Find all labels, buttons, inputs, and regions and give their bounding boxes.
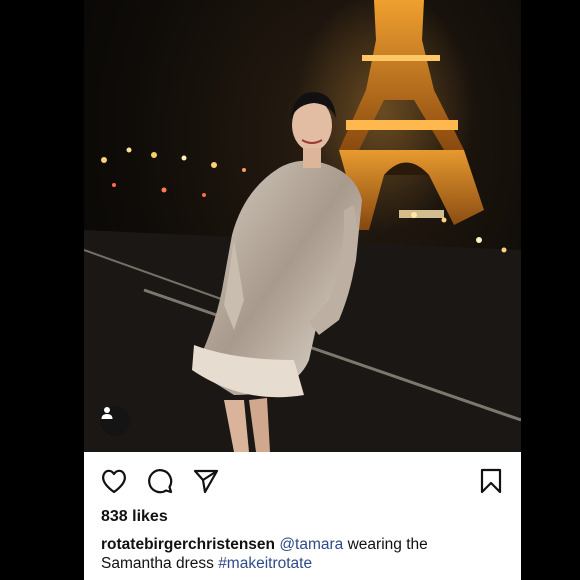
photo-scene — [84, 0, 521, 452]
tagged-people-button[interactable] — [100, 406, 130, 436]
post-photo[interactable] — [84, 0, 521, 452]
caption-mention[interactable]: @tamara — [279, 536, 343, 553]
likes-count[interactable]: 838 likes — [101, 508, 168, 526]
caption-text-2: Samantha dress — [101, 555, 214, 572]
caption-username[interactable]: rotatebirgerchristensen — [101, 536, 275, 553]
post-caption: rotatebirgerchristensen @tamara wearing … — [101, 535, 501, 573]
person-icon — [101, 407, 113, 419]
share-button[interactable] — [191, 466, 221, 496]
like-button[interactable] — [99, 466, 129, 496]
save-button[interactable] — [476, 466, 506, 496]
post-actions-bar — [84, 452, 521, 508]
heart-icon — [102, 469, 126, 494]
instagram-post: 838 likes rotatebirgerchristensen @tamar… — [84, 0, 521, 580]
comment-icon — [148, 469, 173, 494]
caption-hashtag[interactable]: #makeitrotate — [218, 555, 312, 572]
caption-text: wearing the — [347, 536, 428, 553]
bookmark-icon — [480, 468, 502, 494]
comment-button[interactable] — [145, 466, 175, 496]
send-icon — [193, 469, 219, 494]
